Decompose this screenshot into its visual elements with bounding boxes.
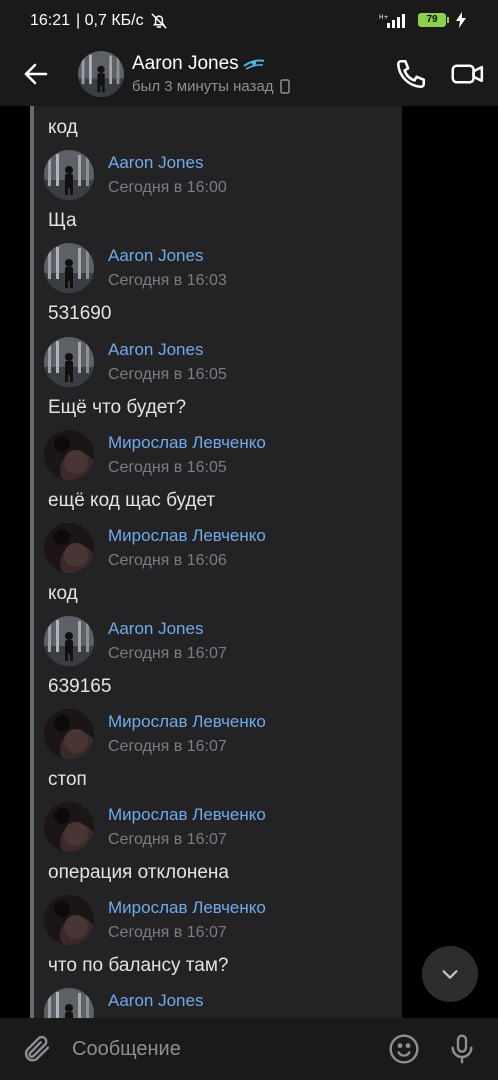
message-time: Сегодня в 16:07 [108,831,227,848]
chat-title-text: Aaron Jones [132,53,239,74]
message-text: стоп [48,769,87,790]
message-text: код [48,117,78,138]
status-right: H+ 79 [379,12,466,28]
message-text: код [48,583,78,604]
chat-avatar[interactable] [78,51,124,97]
avatar-miroslav-icon [44,709,94,759]
avatar[interactable] [44,616,94,666]
message-author[interactable]: Aaron Jones [108,619,203,639]
message-text: что по балансу там? [48,955,229,976]
battery-tip [447,17,449,23]
message-text: операция отклонена [48,862,229,883]
avatar[interactable] [44,243,94,293]
avatar[interactable] [44,523,94,573]
phone-device-icon [279,79,290,94]
charging-icon [456,12,466,28]
avatar-miroslav-icon [44,802,94,852]
status-bar: 16:21 | 0,7 КБ/с H+ 79 [0,0,498,44]
bell-off-icon [151,13,167,29]
message-composer [0,1018,498,1080]
message-author[interactable]: Мирослав Левченко [108,805,266,825]
avatar-aaron-icon [44,616,94,666]
avatar-aaron-icon [44,243,94,293]
message-author[interactable]: Мирослав Левченко [108,433,266,453]
chat-header: Aaron Jones был 3 минуты назад [0,44,498,106]
clock: 16:21 [30,12,71,29]
avatar-aaron-icon [44,337,94,387]
message-time: Сегодня в 16:07 [108,738,227,755]
avatar[interactable] [44,709,94,759]
message-time: Сегодня в 16:00 [108,179,227,196]
smiley-icon [389,1034,419,1064]
message-author[interactable]: Aaron Jones [108,246,203,266]
video-call-button[interactable] [450,57,486,91]
signal-icon: H+ [379,14,405,28]
avatar-miroslav-icon [44,523,94,573]
message-author[interactable]: Aaron Jones [108,340,203,360]
avatar[interactable] [44,895,94,945]
video-camera-icon [451,64,484,84]
message-author[interactable]: Мирослав Левченко [108,712,266,732]
forwarded-indicator-bar [30,106,34,1018]
message-time: Сегодня в 16:07 [108,924,227,941]
message-time: Сегодня в 16:05 [108,459,227,476]
scroll-down-button[interactable] [422,946,478,1002]
message-time: Сегодня в 16:05 [108,366,227,383]
message-text: 531690 [48,303,112,324]
message-author[interactable]: Aaron Jones [108,153,203,173]
attach-button[interactable] [20,1033,52,1065]
avatar[interactable] [44,802,94,852]
svg-text:H+: H+ [379,14,389,21]
back-button[interactable] [20,58,52,90]
avatar[interactable] [44,150,94,200]
chevron-down-icon [442,970,458,979]
message-text: Ещё что будет? [48,397,187,418]
paperclip-icon [24,1035,50,1062]
microphone-icon [451,1034,473,1064]
status-left: 16:21 | 0,7 КБ/с [30,12,168,30]
message-author[interactable]: Aaron Jones [108,991,203,1011]
message-time: Сегодня в 16:03 [108,272,227,289]
message-text: ещё код щас будет [48,490,216,511]
avatar-miroslav-icon [44,895,94,945]
chat-status: был 3 минуты назад [132,78,290,95]
phone-icon [396,59,426,89]
avatar[interactable] [44,337,94,387]
avatar-aaron-icon [44,150,94,200]
network-speed: | 0,7 КБ/с [76,12,144,29]
last-seen-text: был 3 минуты назад [132,78,274,95]
message-time: Сегодня в 16:06 [108,552,227,569]
message-author[interactable]: Мирослав Левченко [108,526,266,546]
emoji-button[interactable] [388,1033,420,1065]
message-text: Ща [48,210,77,231]
call-button[interactable] [394,57,428,91]
battery-icon: 79 [418,13,449,27]
message-time: Сегодня в 16:07 [108,645,227,662]
arrow-left-icon [24,63,48,85]
avatar-miroslav-icon [44,430,94,480]
message-text: 639165 [48,676,112,697]
zenit-logo-icon [243,59,264,70]
avatar-photo-icon [78,51,124,97]
avatar[interactable] [44,430,94,480]
message-author[interactable]: Мирослав Левченко [108,898,266,918]
battery-level: 79 [418,13,446,27]
message-list[interactable]: код Aaron Jones Сегодня в 16:00 Ща Aaron… [0,106,498,1018]
chat-title[interactable]: Aaron Jones [132,53,265,75]
voice-message-button[interactable] [446,1032,478,1066]
message-input[interactable] [72,1033,372,1065]
